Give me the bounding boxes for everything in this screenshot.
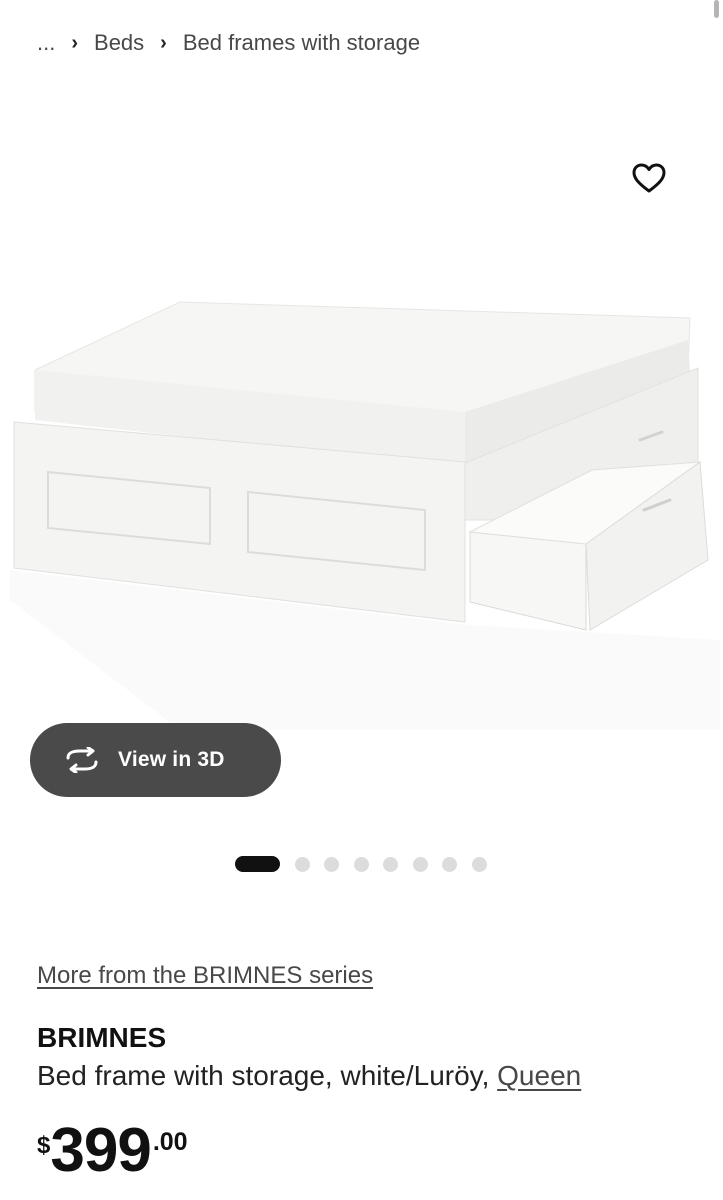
product-image[interactable]: [0, 290, 723, 730]
breadcrumb-item-beds[interactable]: Beds: [94, 30, 144, 56]
product-description-text: Bed frame with storage, white/Luröy,: [37, 1060, 498, 1091]
carousel-dot-3[interactable]: [324, 856, 339, 872]
carousel-dot-7[interactable]: [442, 856, 457, 872]
chevron-right-icon: ›: [160, 31, 167, 54]
image-carousel-indicator: [235, 855, 501, 873]
product-price: $ 399 .00: [37, 1118, 188, 1184]
breadcrumb-item-bed-frames-with-storage[interactable]: Bed frames with storage: [183, 30, 420, 56]
favorite-button[interactable]: [626, 155, 672, 201]
price-decimal: .00: [152, 1128, 188, 1156]
carousel-dot-6[interactable]: [412, 856, 428, 872]
bed-frame-image: [10, 301, 720, 730]
chevron-right-icon: ›: [71, 31, 79, 54]
carousel-dot-2[interactable]: [294, 856, 310, 872]
price-integer: 399: [50, 1116, 151, 1185]
scrollbar-thumb[interactable]: [714, 0, 719, 18]
price-currency: $: [37, 1132, 51, 1159]
size-link[interactable]: Queen: [497, 1060, 581, 1091]
breadcrumb: ... › Beds › Bed frames with storage: [37, 28, 420, 58]
carousel-dot-1[interactable]: [235, 856, 280, 872]
view-in-3d-label: View in 3D: [118, 748, 225, 771]
heart-outline-icon: [632, 163, 666, 193]
series-link[interactable]: More from the BRIMNES series: [37, 962, 373, 990]
product-description: Bed frame with storage, white/Luröy, Que…: [37, 1060, 581, 1092]
breadcrumb-ellipsis[interactable]: ...: [37, 30, 55, 56]
carousel-dot-8[interactable]: [471, 856, 487, 872]
carousel-dot-5[interactable]: [383, 856, 398, 872]
product-name: BRIMNES: [37, 1022, 167, 1053]
rotate-3d-icon: [62, 745, 102, 775]
carousel-dot-4[interactable]: [353, 856, 369, 872]
view-in-3d-button[interactable]: View in 3D: [30, 723, 281, 797]
